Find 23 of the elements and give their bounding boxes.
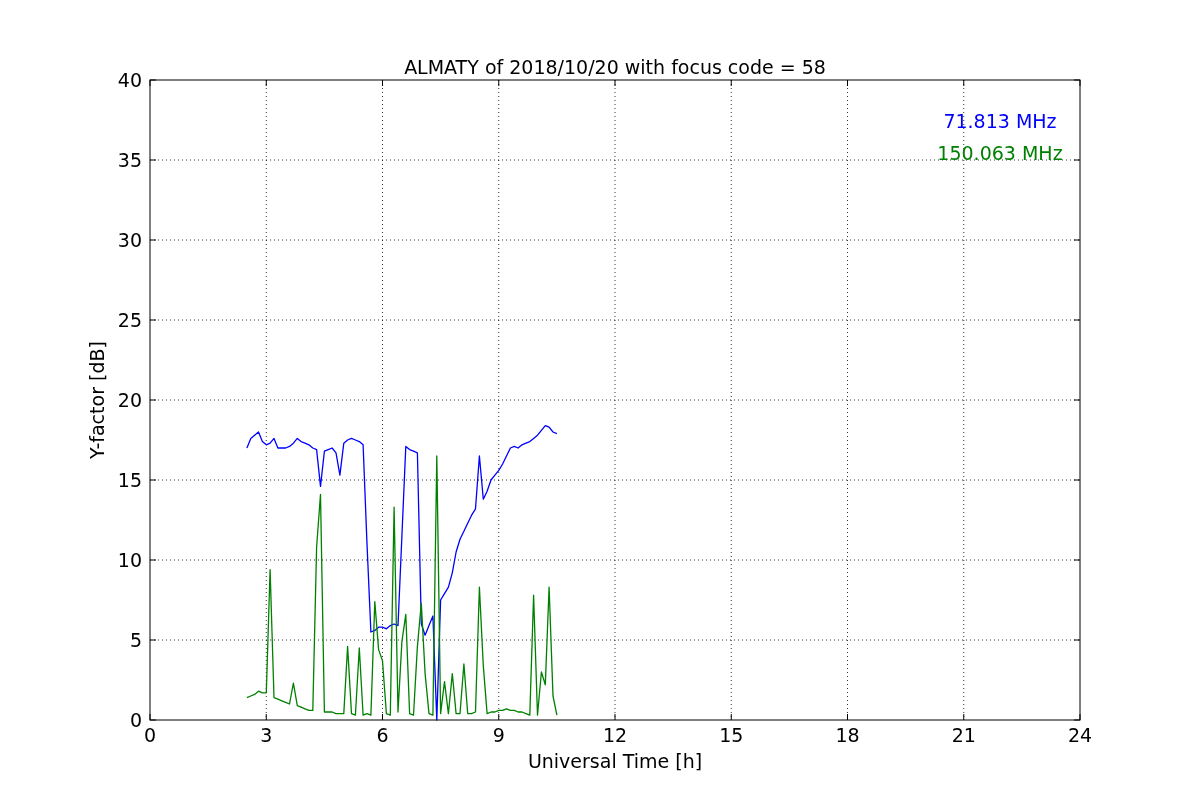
- x-tick-label: 0: [143, 724, 157, 746]
- y-tick-label: 35: [117, 149, 142, 171]
- x-tick-label: 21: [951, 724, 976, 746]
- x-tick-label: 15: [719, 724, 744, 746]
- y-tick-label: 0: [129, 709, 142, 731]
- y-tick-label: 40: [117, 69, 142, 91]
- y-tick-label: 5: [129, 629, 142, 651]
- x-axis-label: Universal Time [h]: [527, 750, 703, 772]
- legend-label: 71.813 MHz: [943, 110, 1057, 132]
- y-tick-label: 20: [117, 389, 142, 411]
- x-tick-label: 6: [376, 724, 389, 746]
- x-tick-label: 18: [835, 724, 860, 746]
- y-tick-label: 10: [117, 549, 142, 571]
- y-tick-label: 15: [117, 469, 142, 491]
- x-tick-label: 12: [602, 724, 628, 746]
- y-axis-label: Y-factor [dB]: [86, 341, 108, 459]
- y-tick-label: 30: [117, 229, 142, 251]
- y-tick-label: 25: [117, 309, 142, 331]
- x-tick-label: 3: [260, 724, 273, 746]
- x-tick-label: 9: [492, 724, 505, 746]
- x-tick-label: 24: [1067, 724, 1093, 746]
- chart-title: ALMATY of 2018/10/20 with focus code = 58: [404, 56, 826, 78]
- legend-label: 150.063 MHz: [937, 142, 1063, 164]
